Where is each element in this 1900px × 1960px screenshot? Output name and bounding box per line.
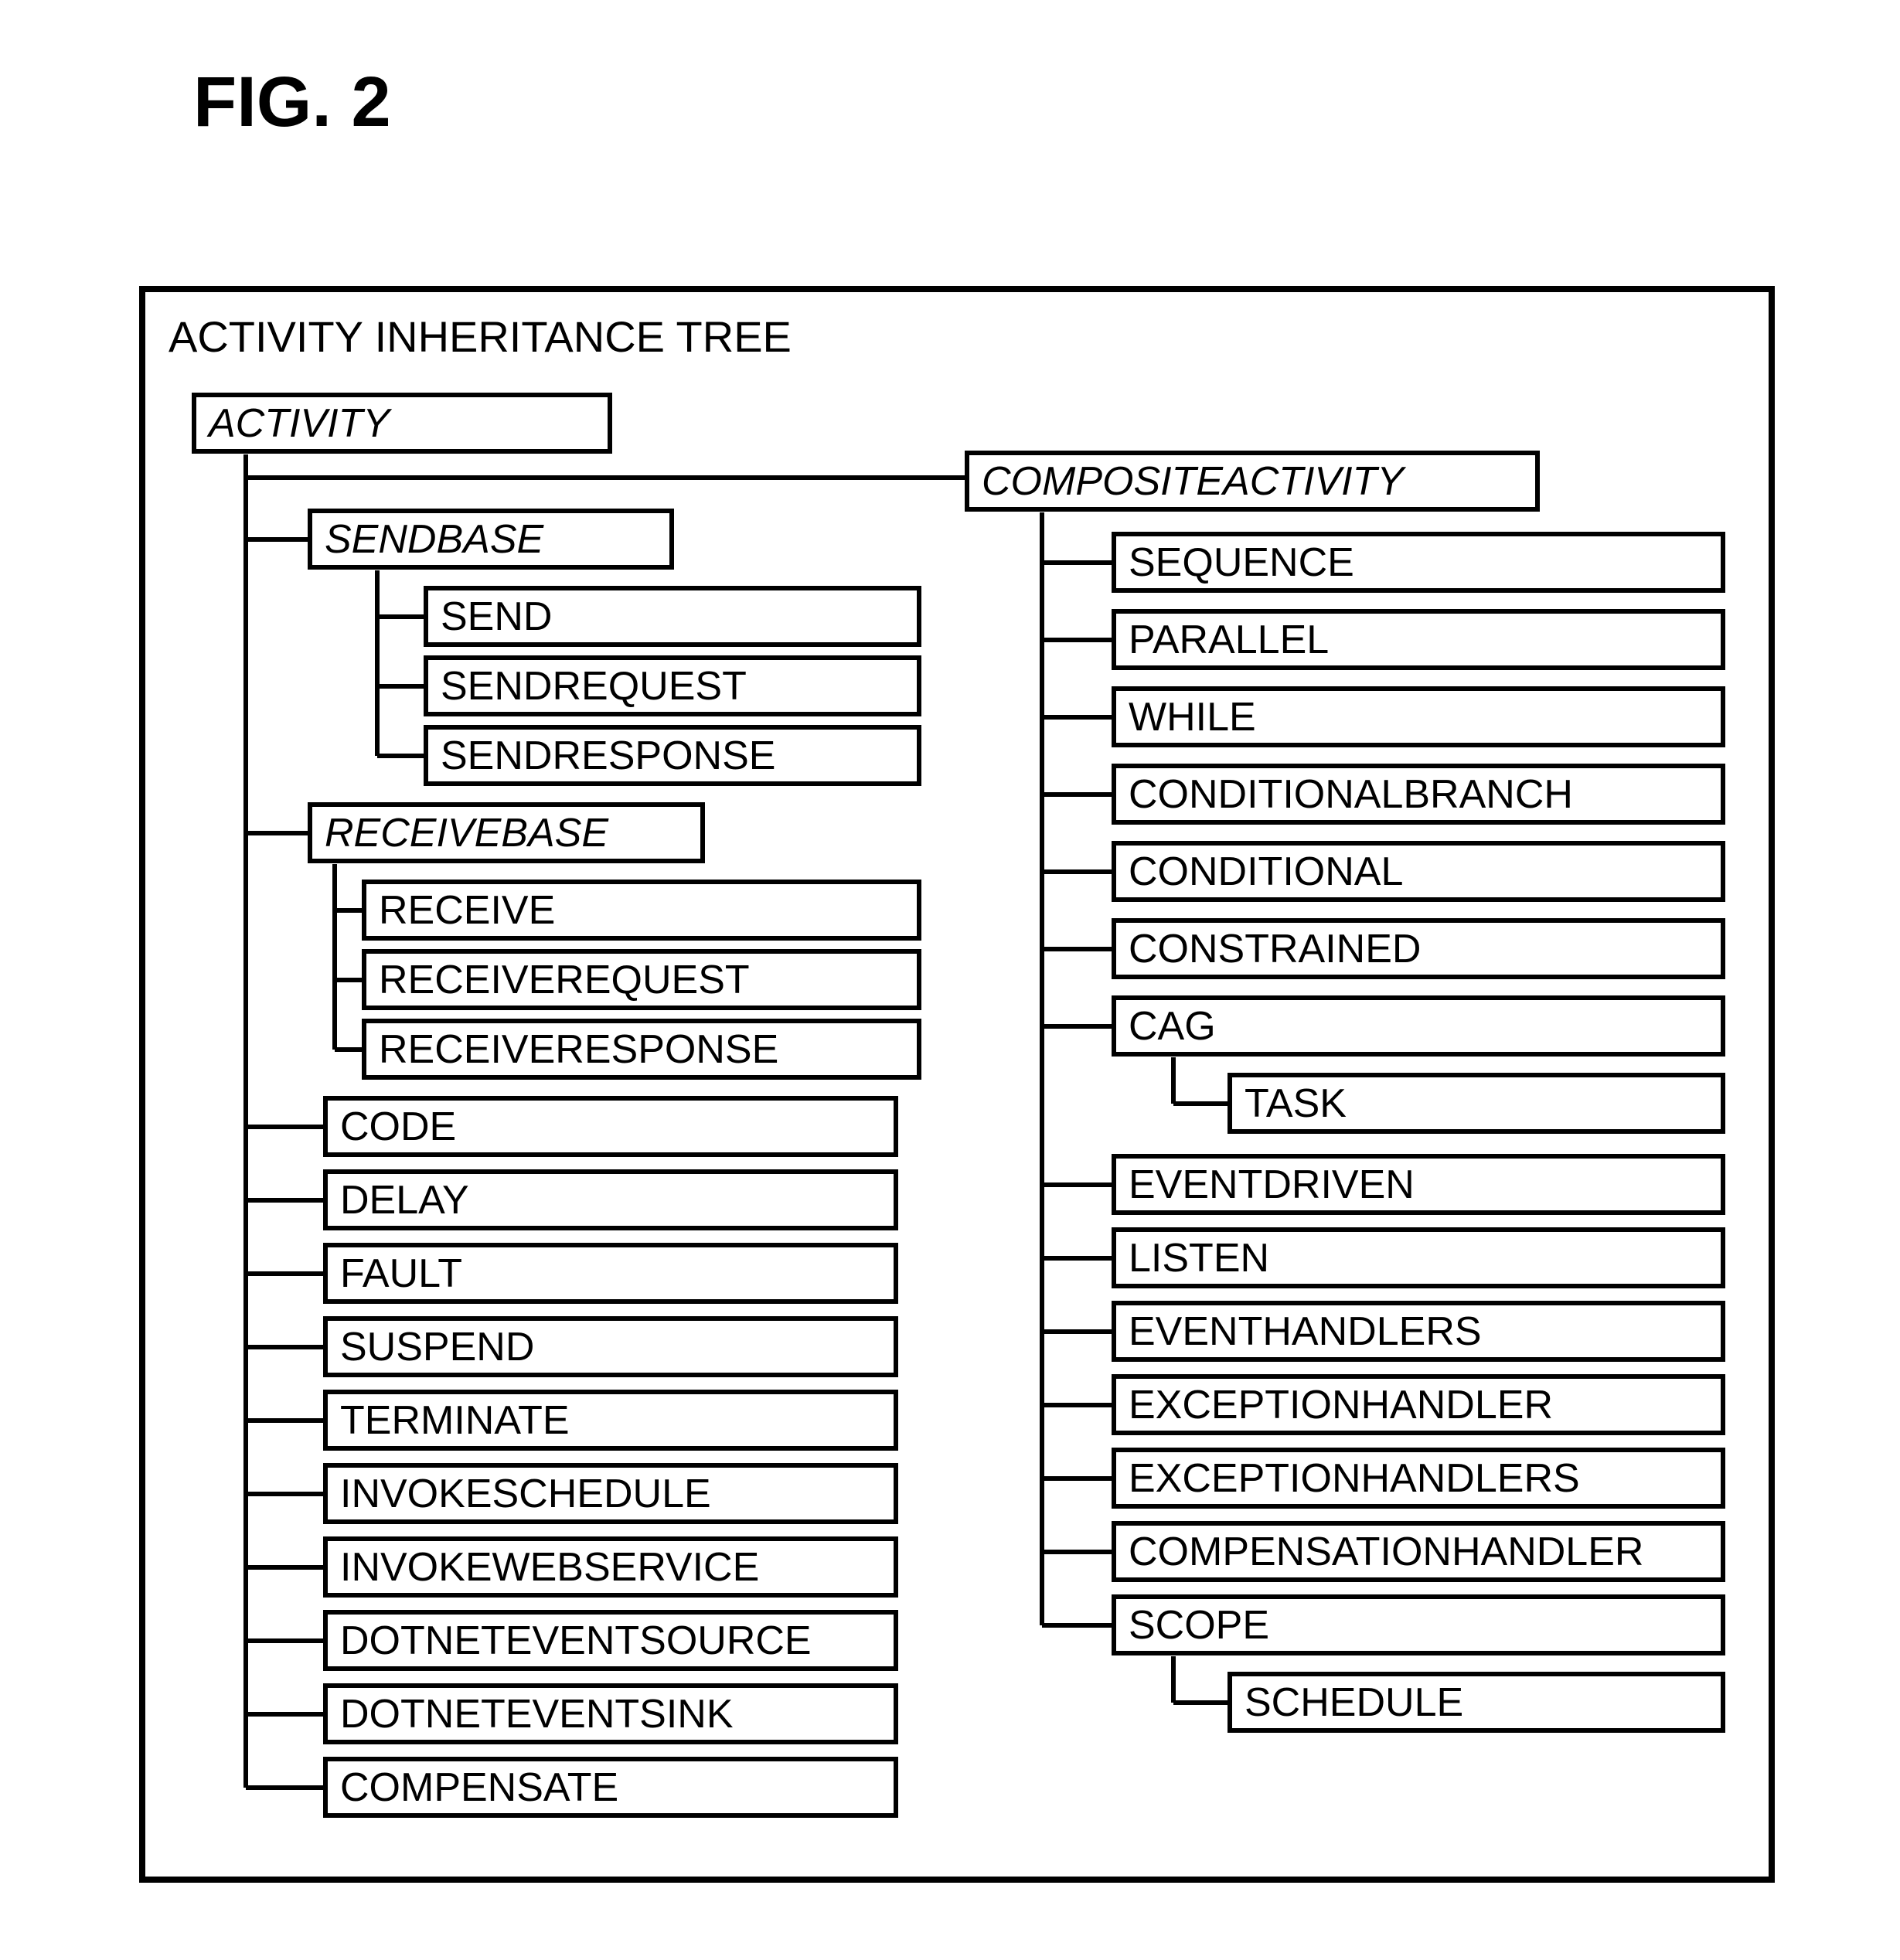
node-compensationhandler: COMPENSATIONHANDLER (1112, 1521, 1725, 1582)
node-task: TASK (1228, 1073, 1725, 1134)
node-sendbase: SENDBASE (308, 509, 674, 570)
node-activity: ACTIVITY (192, 393, 612, 454)
node-invokeschedule: INVOKESCHEDULE (323, 1463, 898, 1524)
node-delay: DELAY (323, 1169, 898, 1230)
node-while: WHILE (1112, 686, 1725, 747)
node-code: CODE (323, 1096, 898, 1157)
node-dotneteventsink: DOTNETEVENTSINK (323, 1683, 898, 1744)
node-compositeactivity: COMPOSITEACTIVITY (965, 451, 1540, 512)
node-compensate: COMPENSATE (323, 1757, 898, 1818)
node-eventdriven: EVENTDRIVEN (1112, 1154, 1725, 1215)
node-sequence: SEQUENCE (1112, 532, 1725, 593)
node-dotneteventsource: DOTNETEVENTSOURCE (323, 1610, 898, 1671)
node-receive: RECEIVE (362, 880, 921, 941)
node-sendrequest: SENDREQUEST (424, 655, 921, 716)
node-sendresponse: SENDRESPONSE (424, 725, 921, 786)
node-eventhandlers: EVENTHANDLERS (1112, 1301, 1725, 1362)
node-receivebase: RECEIVEBASE (308, 802, 705, 863)
node-suspend: SUSPEND (323, 1316, 898, 1377)
node-fault: FAULT (323, 1243, 898, 1304)
node-terminate: TERMINATE (323, 1390, 898, 1451)
node-conditionalbranch: CONDITIONALBRANCH (1112, 764, 1725, 825)
node-receiveresponse: RECEIVERESPONSE (362, 1019, 921, 1080)
node-conditional: CONDITIONAL (1112, 841, 1725, 902)
node-parallel: PARALLEL (1112, 609, 1725, 670)
node-constrained: CONSTRAINED (1112, 918, 1725, 979)
node-exceptionhandlers: EXCEPTIONHANDLERS (1112, 1448, 1725, 1509)
node-cag: CAG (1112, 995, 1725, 1057)
node-receiverequest: RECEIVEREQUEST (362, 949, 921, 1010)
figure-label: FIG. 2 (193, 62, 391, 143)
node-listen: LISTEN (1112, 1227, 1725, 1288)
node-invokewebservice: INVOKEWEBSERVICE (323, 1536, 898, 1598)
inheritance-tree-title: ACTIVITY INHERITANCE TREE (169, 311, 792, 362)
node-scope: SCOPE (1112, 1594, 1725, 1655)
node-exceptionhandler: EXCEPTIONHANDLER (1112, 1374, 1725, 1435)
node-schedule: SCHEDULE (1228, 1672, 1725, 1733)
node-send: SEND (424, 586, 921, 647)
inheritance-tree-frame: ACTIVITY INHERITANCE TREE ACTIVITY SENDB… (139, 286, 1775, 1883)
